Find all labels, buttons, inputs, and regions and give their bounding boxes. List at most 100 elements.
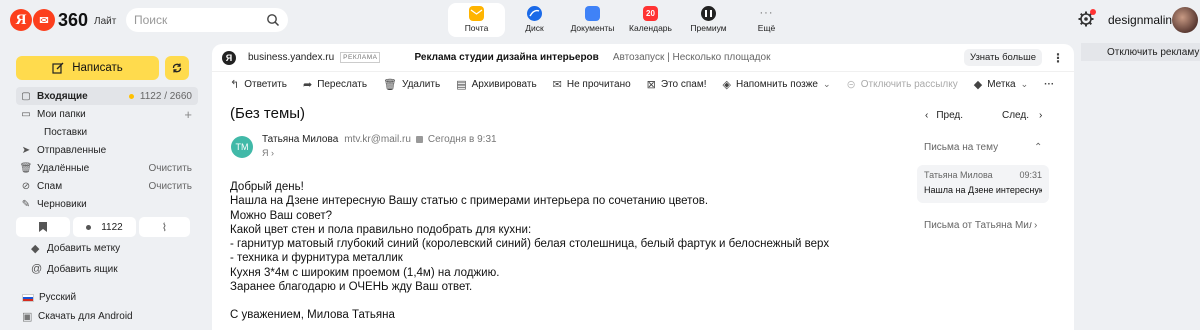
ad-domain[interactable]: business.yandex.ru (248, 52, 334, 63)
refresh-icon (172, 63, 182, 73)
logo[interactable]: Я ✉ 360 Лайт (10, 9, 116, 31)
app-more[interactable]: ··· Ещё (738, 3, 795, 37)
ad-menu-icon[interactable]: ⋮ (1052, 51, 1064, 65)
recipient-toggle[interactable]: Я › (262, 148, 274, 158)
search-input[interactable]: Поиск (126, 8, 288, 32)
sidebar-item-inbox[interactable]: ▢ Входящие 1122 / 2660 (16, 87, 198, 105)
message-time: Сегодня в 9:31 (427, 134, 497, 145)
chevron-down-icon: ⌄ (1020, 78, 1029, 89)
disable-ads-button[interactable]: Отключить рекламу (1081, 43, 1200, 61)
sidebar-item-sent[interactable]: ➤ Отправленные (16, 141, 198, 159)
sidebar-item-drafts[interactable]: ✎ Черновики (16, 195, 198, 213)
yandex-logo-icon: Я (10, 9, 32, 31)
download-android-link[interactable]: ▣ Скачать для Android (22, 310, 133, 323)
app-documents[interactable]: Документы (564, 3, 621, 37)
archive-label: Архивировать (471, 78, 537, 90)
message-panel: Я business.yandex.ru РЕКЛАМА Реклама сту… (212, 44, 1074, 330)
sidebar-item-postavki[interactable]: Поставки (16, 123, 198, 141)
more-icon: ··· (759, 7, 774, 19)
delete-button[interactable]: 🗑 Удалить (383, 78, 440, 91)
ad-title[interactable]: Реклама студии дизайна интерьеров (414, 52, 598, 63)
unsubscribe-button[interactable]: ⊝ Отключить рассылку (847, 78, 958, 91)
compose-button[interactable]: Написать (16, 56, 159, 80)
thread-item-subject: Нашла на Дзене интересную (924, 185, 1042, 195)
message-toolbar: ↰ Ответить ➦ Переслать 🗑 Удалить ▤ Архивиров… (212, 72, 1074, 96)
sender-name[interactable]: Татьяна Милова (262, 134, 338, 145)
android-icon: ▣ (22, 311, 33, 323)
compose-icon (52, 62, 64, 74)
bell-icon: ◈ (722, 78, 731, 91)
logo-brand: 360 (58, 9, 89, 30)
language-selector[interactable]: Русский (22, 292, 76, 303)
next-message-button[interactable]: След. › (1002, 110, 1042, 121)
trash-icon: 🗑 (383, 78, 397, 91)
unread-dot (128, 93, 134, 99)
premium-icon (701, 6, 716, 21)
mark-unread-button[interactable]: ✉ Не прочитано (553, 78, 631, 91)
app-premium[interactable]: Премиум (680, 3, 737, 37)
filter-unread-button[interactable]: 1122 (73, 217, 136, 237)
sidebar-item-label: Мои папки (37, 108, 86, 120)
app-premium-label: Премиум (690, 23, 727, 33)
add-folder-button[interactable]: + (184, 107, 192, 122)
ad-tag: РЕКЛАМА (340, 52, 381, 63)
add-label-link[interactable]: ◆ Добавить метку (31, 242, 120, 255)
body-line: Можно Ваш совет? (230, 209, 333, 222)
unread-count: 1122 (101, 221, 123, 233)
archive-button[interactable]: ▤ Архивировать (456, 78, 536, 91)
sidebar-item-trash[interactable]: 🗑 Удалённые Очистить (16, 159, 198, 177)
thread-header[interactable]: Письма на тему (924, 142, 998, 153)
ad-more-button[interactable]: Узнать больше (963, 49, 1042, 66)
ad-banner[interactable]: Я business.yandex.ru РЕКЛАМА Реклама сту… (212, 44, 1074, 72)
username[interactable]: designmalina (1108, 13, 1179, 27)
sidebar: Написать ▢ Входящие 1122 / 2660 ▭ Мои па… (0, 42, 205, 330)
body-line: Кухня 3*4м с широким проемом (1,4м) на л… (230, 266, 500, 279)
avatar[interactable] (1172, 7, 1198, 33)
chevron-up-icon[interactable]: ⌃ (1034, 142, 1042, 153)
sender-info: Татьяна Милова mtv.kr@mail.ru Сегодня в … (262, 134, 497, 145)
chevron-down-icon: ⌄ (823, 78, 831, 89)
clear-spam-button[interactable]: Очистить (148, 181, 192, 192)
documents-icon (585, 6, 600, 21)
sidebar-item-label: Входящие (37, 90, 88, 102)
unread-label: Не прочитано (566, 78, 631, 90)
forward-button[interactable]: ➦ Переслать (303, 78, 367, 91)
add-mailbox-link[interactable]: @ Добавить ящик (31, 263, 118, 275)
body-line: Заранее благодарю и ОЧЕНЬ жду Ваш ответ. (230, 281, 473, 294)
sender-email[interactable]: mtv.kr@mail.ru (344, 134, 411, 145)
filter-bookmarked-button[interactable] (16, 217, 71, 237)
disk-icon (527, 6, 542, 21)
clear-trash-button[interactable]: Очистить (148, 163, 192, 174)
app-calendar[interactable]: 20 Календарь (622, 3, 679, 37)
search-icon[interactable] (266, 13, 280, 27)
add-label-text: Добавить метку (47, 243, 121, 254)
chevron-right-icon[interactable]: › (1034, 220, 1037, 231)
lock-icon (415, 136, 423, 143)
sidebar-item-spam[interactable]: ⊘ Спам Очистить (16, 177, 198, 195)
remind-later-button[interactable]: ◈ Напомнить позже ⌄ (723, 78, 831, 91)
reply-label: Ответить (244, 78, 287, 90)
folders-icon: ▭ (21, 108, 31, 120)
thread-item[interactable]: Татьяна Милова 09:31 Нашла на Дзене инте… (917, 165, 1049, 203)
inbox-icon: ▢ (21, 90, 31, 102)
sidebar-item-label: Отправленные (37, 144, 107, 156)
bookmark-icon (39, 222, 48, 232)
sender-avatar[interactable]: ТМ (231, 136, 253, 158)
refresh-button[interactable] (165, 56, 189, 80)
app-mail[interactable]: Почта (448, 3, 505, 37)
notification-dot (1090, 9, 1096, 15)
letters-from-sender[interactable]: Письма от Татьяна Милова (924, 220, 1032, 231)
message-subject: (Без темы) (230, 105, 306, 122)
reply-button[interactable]: ↰ Ответить (230, 78, 287, 91)
sidebar-item-my-folders[interactable]: ▭ Мои папки + (16, 105, 198, 123)
body-line: Нашла на Дзене интересную Вашу статью с … (230, 195, 709, 208)
body-line: - гарнитур матовый глубокий синий (корол… (230, 238, 830, 251)
prev-message-button[interactable]: ‹ Пред. (925, 110, 963, 121)
label-button[interactable]: ◆ Метка ⌄ (974, 78, 1028, 91)
spam-button[interactable]: ⊠ Это спам! (647, 78, 707, 91)
app-disk[interactable]: Диск (506, 3, 563, 37)
inbox-count: 1122 / 2660 (128, 91, 192, 102)
app-more-label: Ещё (757, 23, 776, 33)
more-actions-button[interactable]: ··· (1044, 79, 1054, 90)
filter-attachments-button[interactable]: ⌇ (138, 217, 190, 237)
